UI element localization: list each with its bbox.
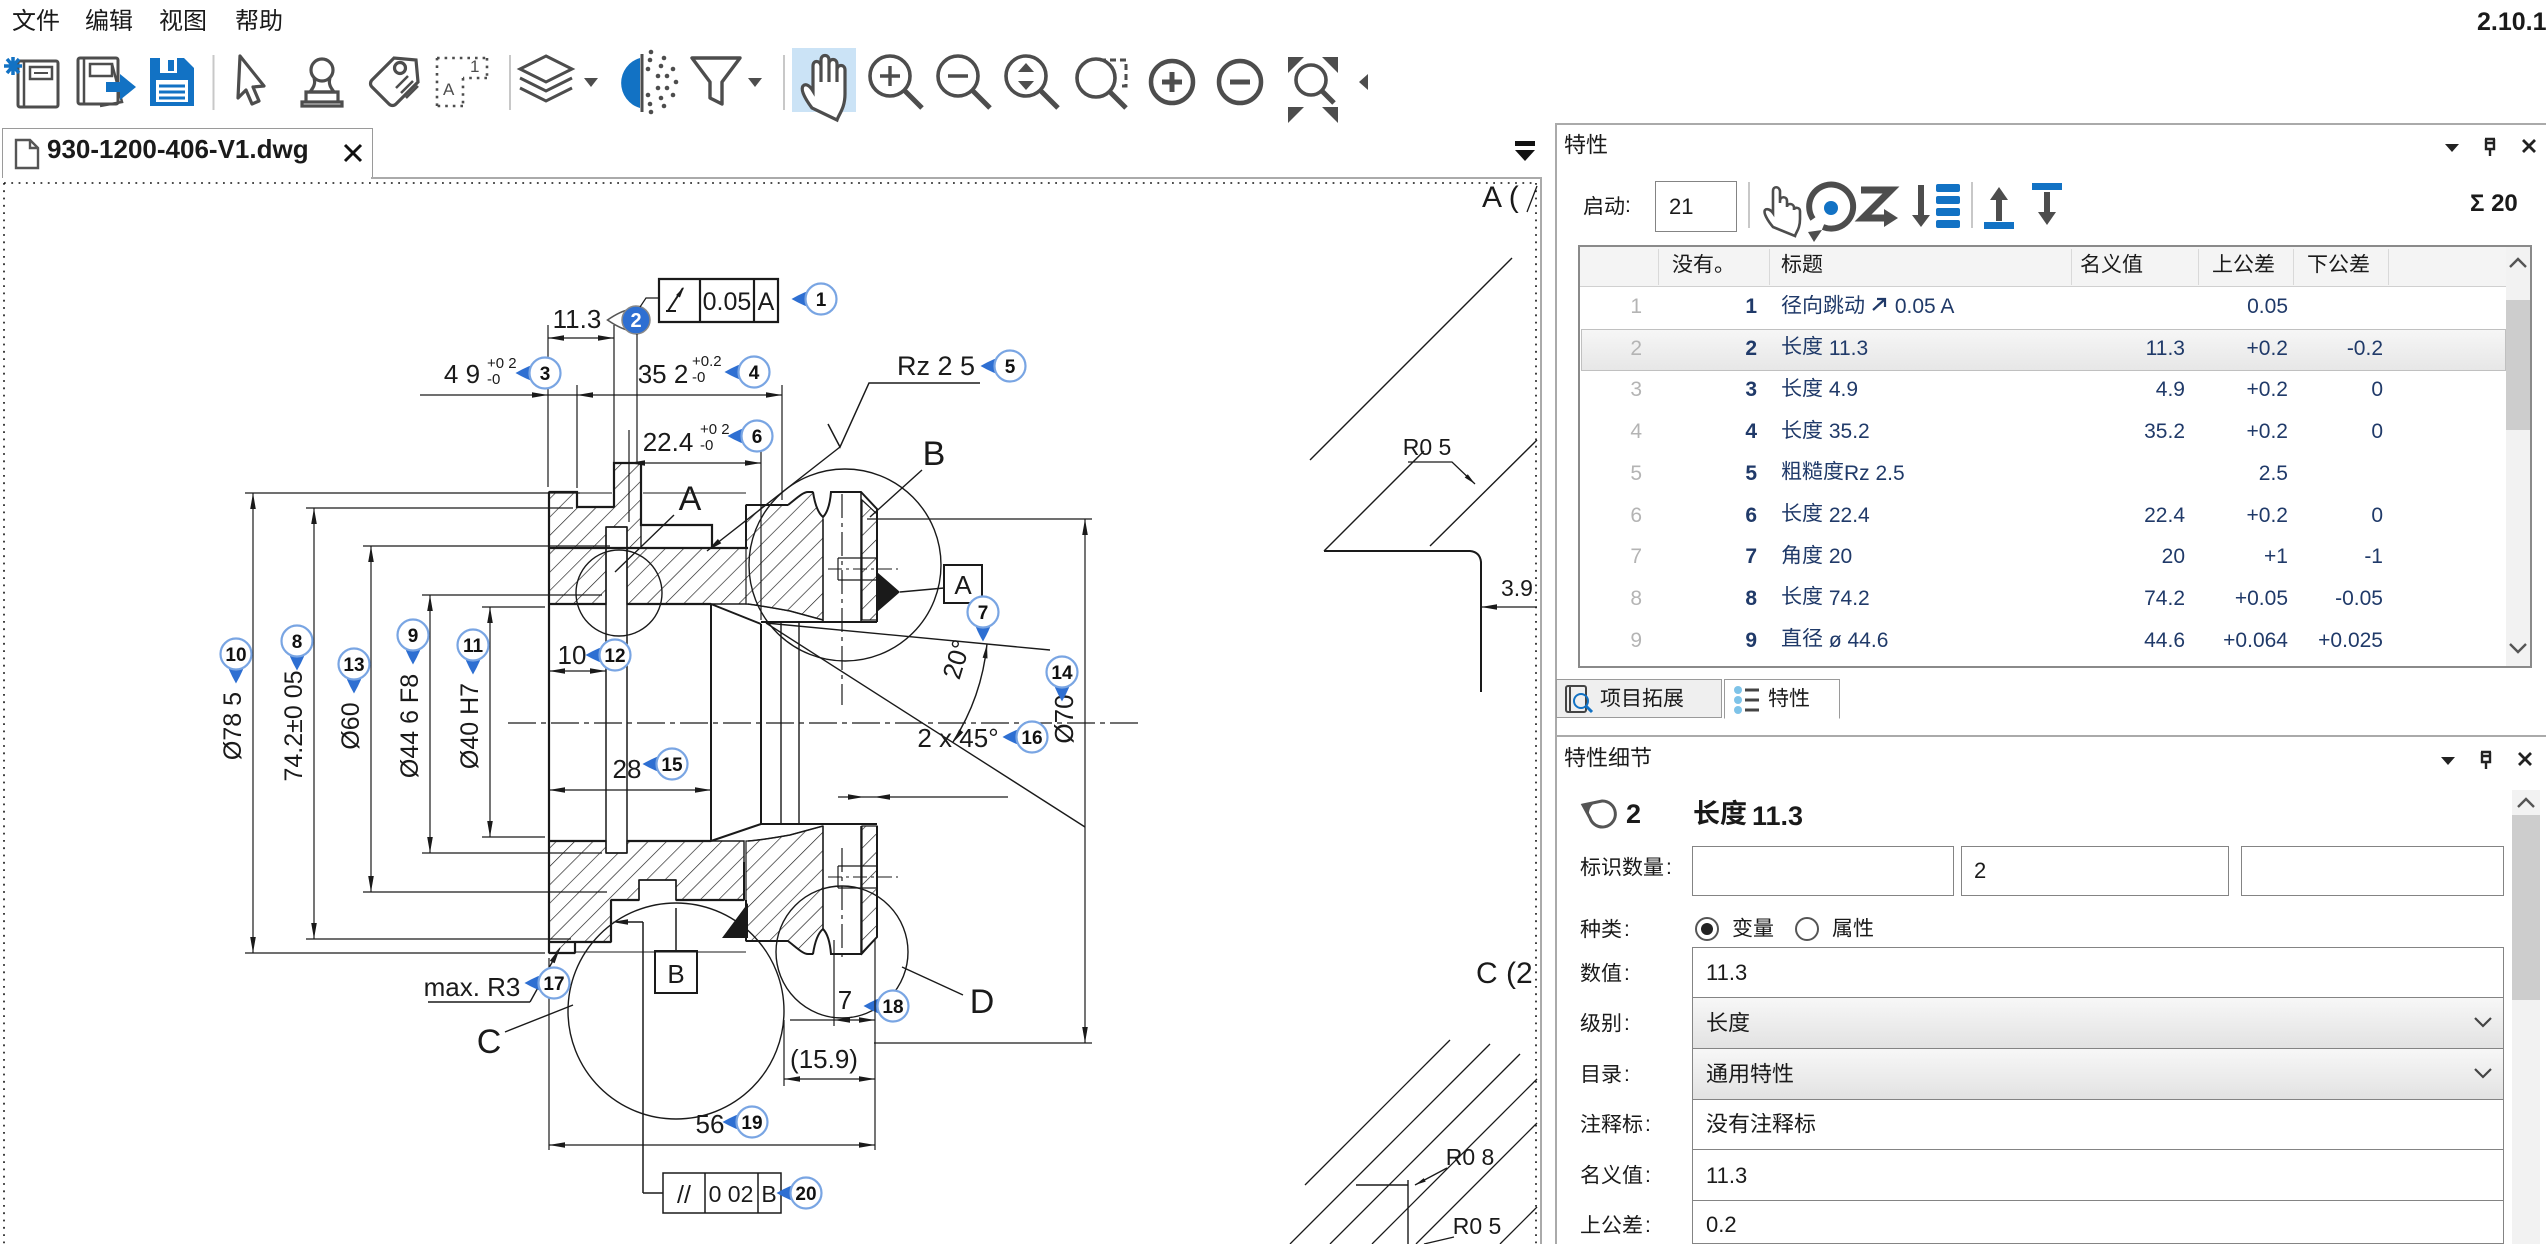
svg-text:B: B (667, 959, 684, 989)
svg-text:9: 9 (408, 626, 419, 647)
svg-text:11: 11 (463, 636, 484, 657)
svg-text:+0 2: +0 2 (487, 355, 517, 372)
svg-text:Ø70: Ø70 (1049, 694, 1079, 743)
svg-text:19: 19 (741, 1113, 762, 1134)
svg-text:4 9: 4 9 (444, 359, 480, 389)
svg-text:3.9: 3.9 (1501, 575, 1533, 601)
svg-text:2 x 45°: 2 x 45° (917, 723, 998, 753)
svg-text:15: 15 (661, 755, 683, 776)
svg-text:-0: -0 (692, 369, 705, 386)
svg-text:Ø44 6 F8: Ø44 6 F8 (396, 674, 424, 778)
svg-text:A: A (679, 480, 702, 518)
svg-text:(15.9): (15.9) (790, 1044, 858, 1074)
svg-text:C: C (477, 1023, 502, 1061)
svg-text:Ø78 5: Ø78 5 (219, 692, 247, 760)
svg-text:R0 5: R0 5 (1403, 434, 1452, 460)
svg-text:35 2: 35 2 (638, 359, 689, 389)
svg-text:22.4: 22.4 (643, 427, 694, 457)
svg-text:Ø40 H7: Ø40 H7 (456, 683, 484, 769)
svg-text:1: 1 (816, 290, 827, 311)
svg-text://: // (677, 1181, 691, 1209)
svg-text:C (2: C (2 (1476, 957, 1533, 990)
svg-text:20°: 20° (936, 636, 976, 682)
svg-text:6: 6 (752, 427, 763, 448)
svg-text:11.3: 11.3 (553, 304, 602, 334)
svg-text:16: 16 (1021, 728, 1042, 749)
svg-text:B: B (923, 435, 946, 473)
svg-text:B: B (761, 1181, 776, 1207)
svg-text:A: A (758, 288, 775, 316)
svg-text:5: 5 (1005, 357, 1016, 378)
svg-text:R0 8: R0 8 (1446, 1144, 1495, 1170)
svg-text:28: 28 (613, 754, 642, 784)
svg-text:7: 7 (978, 603, 989, 624)
svg-text:-0: -0 (700, 437, 713, 454)
svg-text:8: 8 (292, 632, 303, 653)
svg-text:7: 7 (838, 985, 852, 1015)
svg-text:0 02: 0 02 (709, 1181, 754, 1207)
svg-text:14: 14 (1051, 663, 1073, 684)
svg-text:56: 56 (696, 1109, 725, 1139)
svg-text:17: 17 (543, 974, 564, 995)
svg-text:+0 2: +0 2 (700, 421, 730, 438)
svg-text:3: 3 (540, 364, 551, 385)
svg-text:D: D (970, 983, 995, 1021)
svg-text:2: 2 (630, 310, 641, 332)
svg-text:Ø60: Ø60 (337, 702, 365, 749)
svg-text:18: 18 (882, 997, 903, 1018)
svg-text:12: 12 (604, 646, 625, 667)
svg-text:max. R3: max. R3 (424, 972, 521, 1002)
svg-text:+0.2: +0.2 (692, 353, 722, 370)
svg-text:13: 13 (343, 655, 364, 676)
svg-text:R0 5: R0 5 (1453, 1213, 1502, 1239)
svg-text:4: 4 (749, 363, 760, 384)
svg-text:Rz 2 5: Rz 2 5 (897, 351, 975, 381)
svg-text:10: 10 (225, 645, 246, 666)
svg-text:-0: -0 (487, 371, 500, 388)
svg-text:10: 10 (558, 640, 587, 670)
svg-text:74.2±0 05: 74.2±0 05 (280, 670, 308, 781)
svg-text:A: A (954, 570, 972, 600)
svg-text:0.05: 0.05 (703, 288, 752, 316)
svg-text:20: 20 (795, 1184, 816, 1205)
